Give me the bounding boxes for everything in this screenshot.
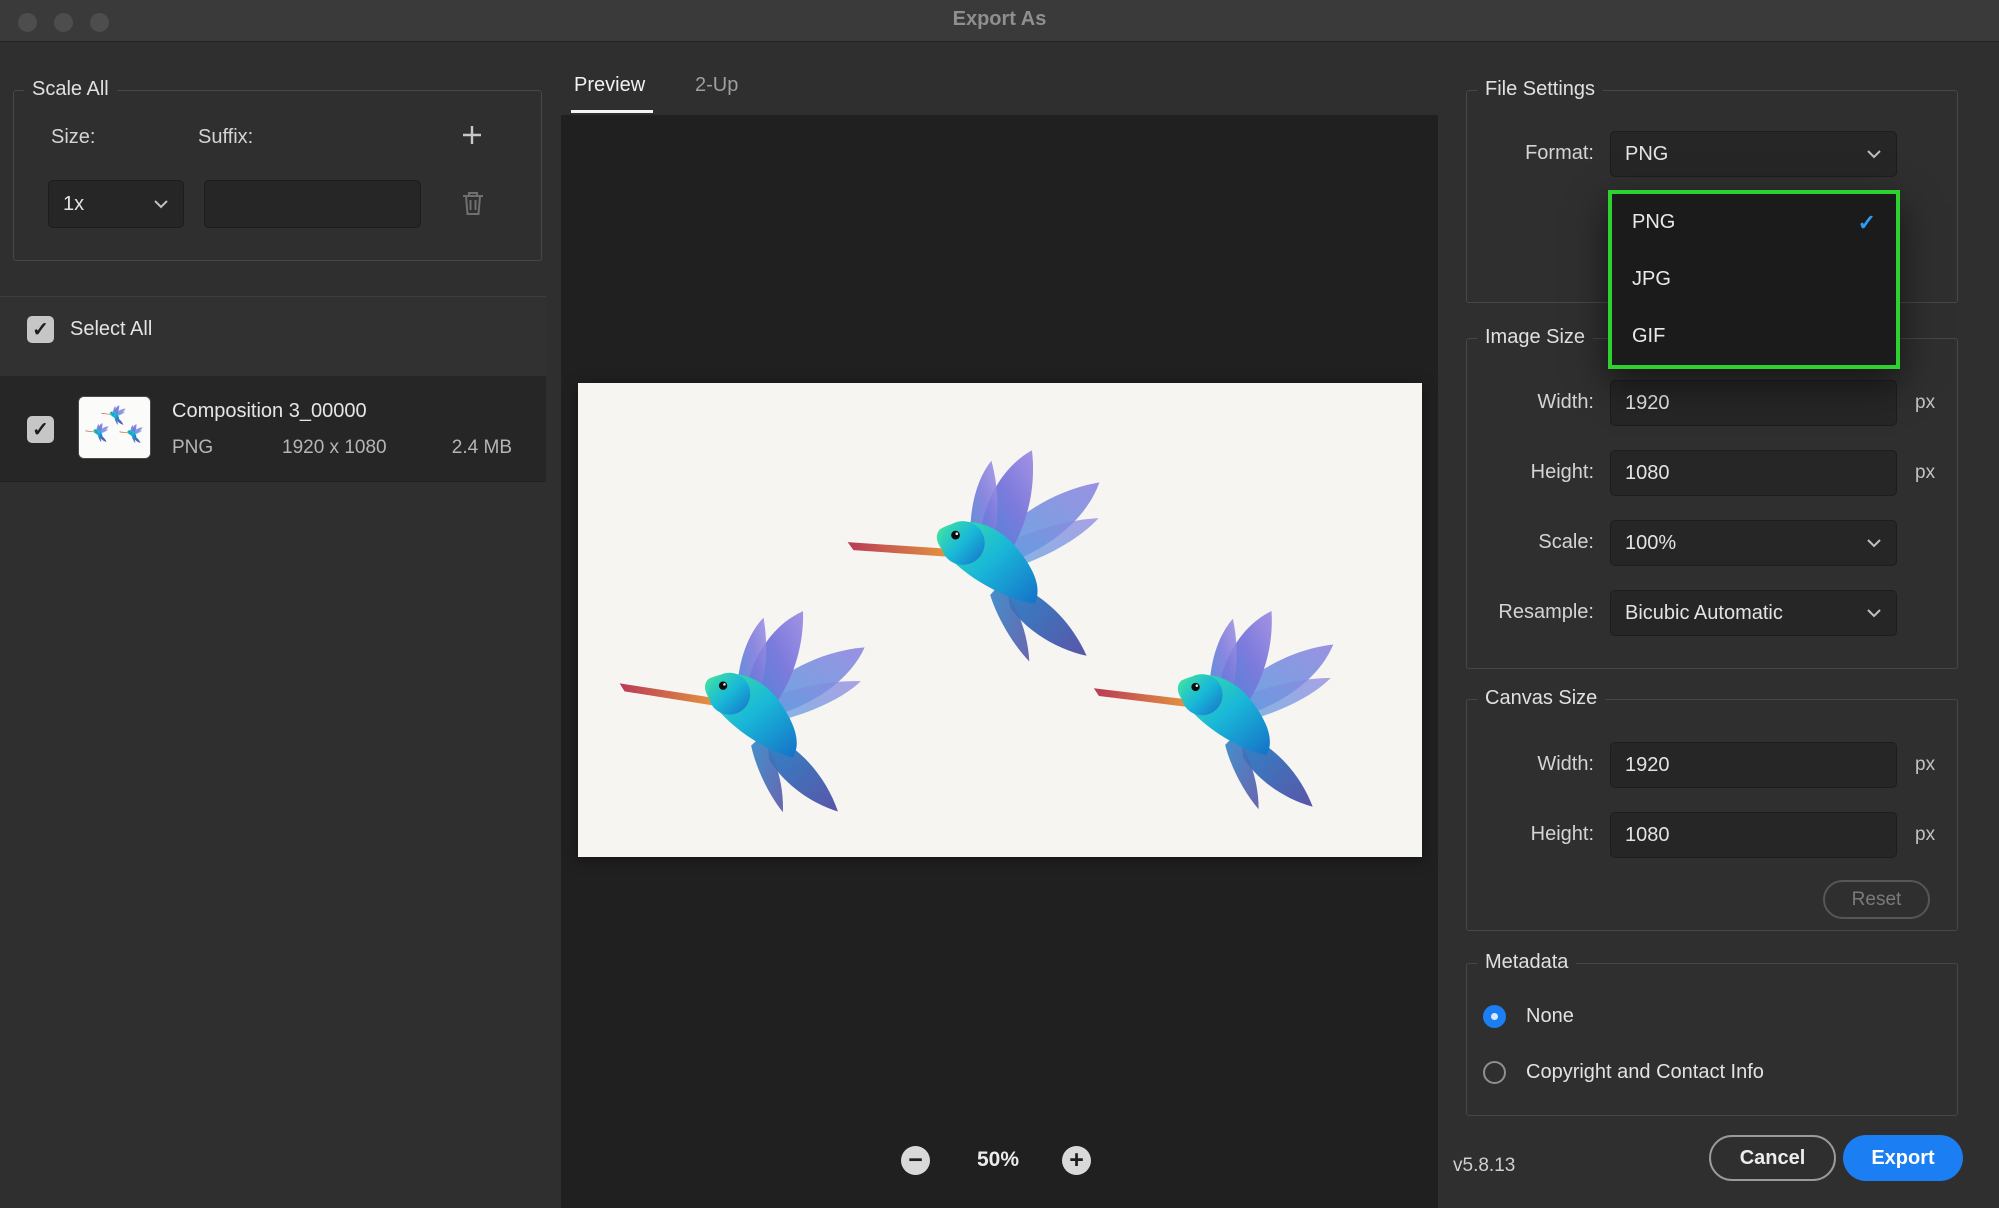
scale-dropdown[interactable]: 100% xyxy=(1610,520,1897,566)
export-button[interactable]: Export xyxy=(1843,1135,1963,1181)
select-all-checkbox[interactable]: ✓ xyxy=(27,316,54,343)
window-title: Export As xyxy=(0,8,1999,31)
image-width-input[interactable] xyxy=(1610,380,1897,426)
metadata-none-label: None xyxy=(1526,1005,1574,1028)
metadata-none-radio[interactable] xyxy=(1483,1005,1506,1028)
metadata-copyright-radio[interactable] xyxy=(1483,1061,1506,1084)
metadata-group: Metadata xyxy=(1466,963,1958,1116)
scale-all-group: Scale All xyxy=(13,90,542,261)
image-width-unit: px xyxy=(1915,392,1935,414)
canvas-width-unit: px xyxy=(1915,754,1935,776)
plus-icon xyxy=(459,122,485,148)
scale-size-dropdown[interactable]: 1x xyxy=(48,180,184,228)
scale-label: Scale: xyxy=(1470,531,1594,554)
asset-dimensions: 1920 x 1080 xyxy=(282,437,387,459)
menu-item-label: GIF xyxy=(1632,325,1665,348)
scale-value: 100% xyxy=(1625,532,1676,555)
format-option-jpg[interactable]: JPG xyxy=(1612,251,1896,308)
size-label: Size: xyxy=(51,126,95,149)
canvas-width-input[interactable] xyxy=(1610,742,1897,788)
asset-thumbnail xyxy=(79,397,150,458)
hummingbird-artwork xyxy=(1091,611,1349,817)
canvas-width-label: Width: xyxy=(1470,753,1594,776)
version-text: v5.8.13 xyxy=(1453,1155,1515,1177)
image-width-label: Width: xyxy=(1470,391,1594,414)
canvas-height-input[interactable] xyxy=(1610,812,1897,858)
format-option-gif[interactable]: GIF xyxy=(1612,308,1896,365)
file-settings-title: File Settings xyxy=(1477,78,1603,101)
chevron-down-icon xyxy=(153,199,169,209)
check-icon: ✓ xyxy=(32,320,49,340)
minus-icon: − xyxy=(908,1148,923,1173)
zoom-out-button[interactable]: − xyxy=(901,1146,930,1175)
scale-all-title: Scale All xyxy=(24,78,117,101)
image-height-input[interactable] xyxy=(1610,450,1897,496)
trash-icon xyxy=(459,188,487,218)
delete-scale-button[interactable] xyxy=(459,188,487,223)
active-tab-underline xyxy=(571,110,653,113)
chevron-down-icon xyxy=(1866,149,1882,159)
preview-canvas xyxy=(578,383,1422,857)
chevron-down-icon xyxy=(1866,538,1882,548)
menu-item-label: JPG xyxy=(1632,268,1671,291)
asset-checkbox[interactable]: ✓ xyxy=(27,416,54,443)
canvas-height-unit: px xyxy=(1915,824,1935,846)
export-as-dialog: Export As Scale All Size: Suffix: 1x ✓ S… xyxy=(0,0,1999,1208)
plus-icon: + xyxy=(1069,1148,1084,1173)
format-label: Format: xyxy=(1470,142,1594,165)
zoom-in-button[interactable]: + xyxy=(1062,1146,1091,1175)
hummingbird-artwork xyxy=(612,604,881,823)
tab-preview[interactable]: Preview xyxy=(574,74,645,97)
reset-button[interactable]: Reset xyxy=(1823,880,1930,919)
title-bar: Export As xyxy=(0,0,1999,42)
chevron-down-icon xyxy=(1866,608,1882,618)
metadata-title: Metadata xyxy=(1477,951,1576,974)
canvas-size-title: Canvas Size xyxy=(1477,687,1605,710)
image-size-title: Image Size xyxy=(1477,326,1593,349)
zoom-level: 50% xyxy=(955,1148,1041,1172)
resample-label: Resample: xyxy=(1470,601,1594,624)
format-value: PNG xyxy=(1625,143,1668,166)
preview-pane xyxy=(561,115,1438,1208)
format-dropdown[interactable]: PNG xyxy=(1610,131,1897,177)
add-scale-button[interactable] xyxy=(459,122,485,153)
check-icon: ✓ xyxy=(32,420,49,440)
hummingbird-artwork xyxy=(840,446,1125,679)
suffix-input[interactable] xyxy=(204,180,421,228)
resample-value: Bicubic Automatic xyxy=(1625,602,1783,625)
tab-2-up[interactable]: 2-Up xyxy=(695,74,738,97)
scale-size-value: 1x xyxy=(63,193,84,216)
suffix-label: Suffix: xyxy=(198,126,253,149)
selected-check-icon: ✓ xyxy=(1858,210,1876,236)
select-all-label: Select All xyxy=(70,318,152,341)
image-height-label: Height: xyxy=(1470,461,1594,484)
asset-name: Composition 3_00000 xyxy=(172,400,367,423)
asset-format: PNG xyxy=(172,437,213,459)
cancel-button[interactable]: Cancel xyxy=(1709,1135,1836,1181)
canvas-height-label: Height: xyxy=(1470,823,1594,846)
metadata-copyright-label: Copyright and Contact Info xyxy=(1526,1061,1764,1084)
image-height-unit: px xyxy=(1915,462,1935,484)
menu-item-label: PNG xyxy=(1632,211,1675,234)
hummingbirds-thumbnail-art xyxy=(79,397,150,458)
asset-file-size: 2.4 MB xyxy=(430,437,512,459)
resample-dropdown[interactable]: Bicubic Automatic xyxy=(1610,590,1897,636)
format-option-png[interactable]: PNG ✓ xyxy=(1612,194,1896,251)
format-options-menu: PNG ✓ JPG GIF xyxy=(1608,190,1900,369)
